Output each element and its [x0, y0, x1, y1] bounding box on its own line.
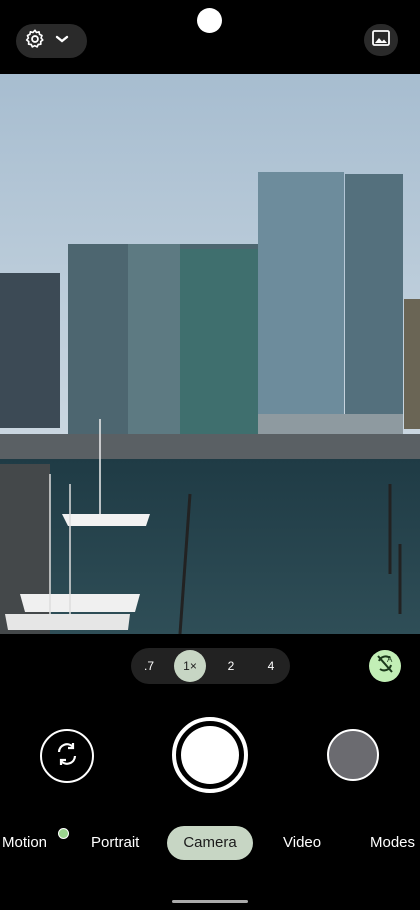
gallery-button[interactable]	[364, 24, 398, 56]
mode-portrait[interactable]: Portrait	[91, 826, 139, 860]
switch-camera-button[interactable]	[40, 729, 94, 783]
svg-text:A: A	[387, 655, 393, 664]
front-camera-cutout	[197, 8, 222, 33]
image-icon	[371, 29, 391, 52]
zoom-selector: .7 1× 2 4	[131, 648, 290, 684]
zoom-option-2x[interactable]: 2	[215, 648, 247, 684]
viewfinder-scene	[0, 74, 420, 634]
mode-video[interactable]: Video	[283, 826, 321, 860]
settings-button[interactable]	[16, 24, 87, 58]
mode-camera[interactable]: Camera	[167, 826, 253, 860]
camera-viewfinder[interactable]	[0, 74, 420, 634]
switch-camera-icon	[52, 739, 82, 774]
last-photo-thumbnail[interactable]	[327, 729, 379, 781]
zoom-option-1x[interactable]: 1×	[174, 650, 206, 682]
home-indicator[interactable]	[172, 900, 248, 903]
chevron-down-icon	[54, 31, 70, 52]
flash-button[interactable]: A	[369, 650, 401, 682]
zoom-option-0.7[interactable]: .7	[133, 648, 165, 684]
shutter-button[interactable]	[172, 717, 248, 793]
zoom-option-4x[interactable]: 4	[255, 648, 287, 684]
gear-icon	[24, 28, 46, 55]
mode-motion[interactable]: Motion	[2, 826, 47, 860]
shutter-icon	[181, 726, 239, 784]
flash-auto-off-icon: A	[374, 653, 396, 680]
motion-indicator-dot	[58, 828, 69, 839]
mode-modes[interactable]: Modes	[370, 826, 415, 860]
